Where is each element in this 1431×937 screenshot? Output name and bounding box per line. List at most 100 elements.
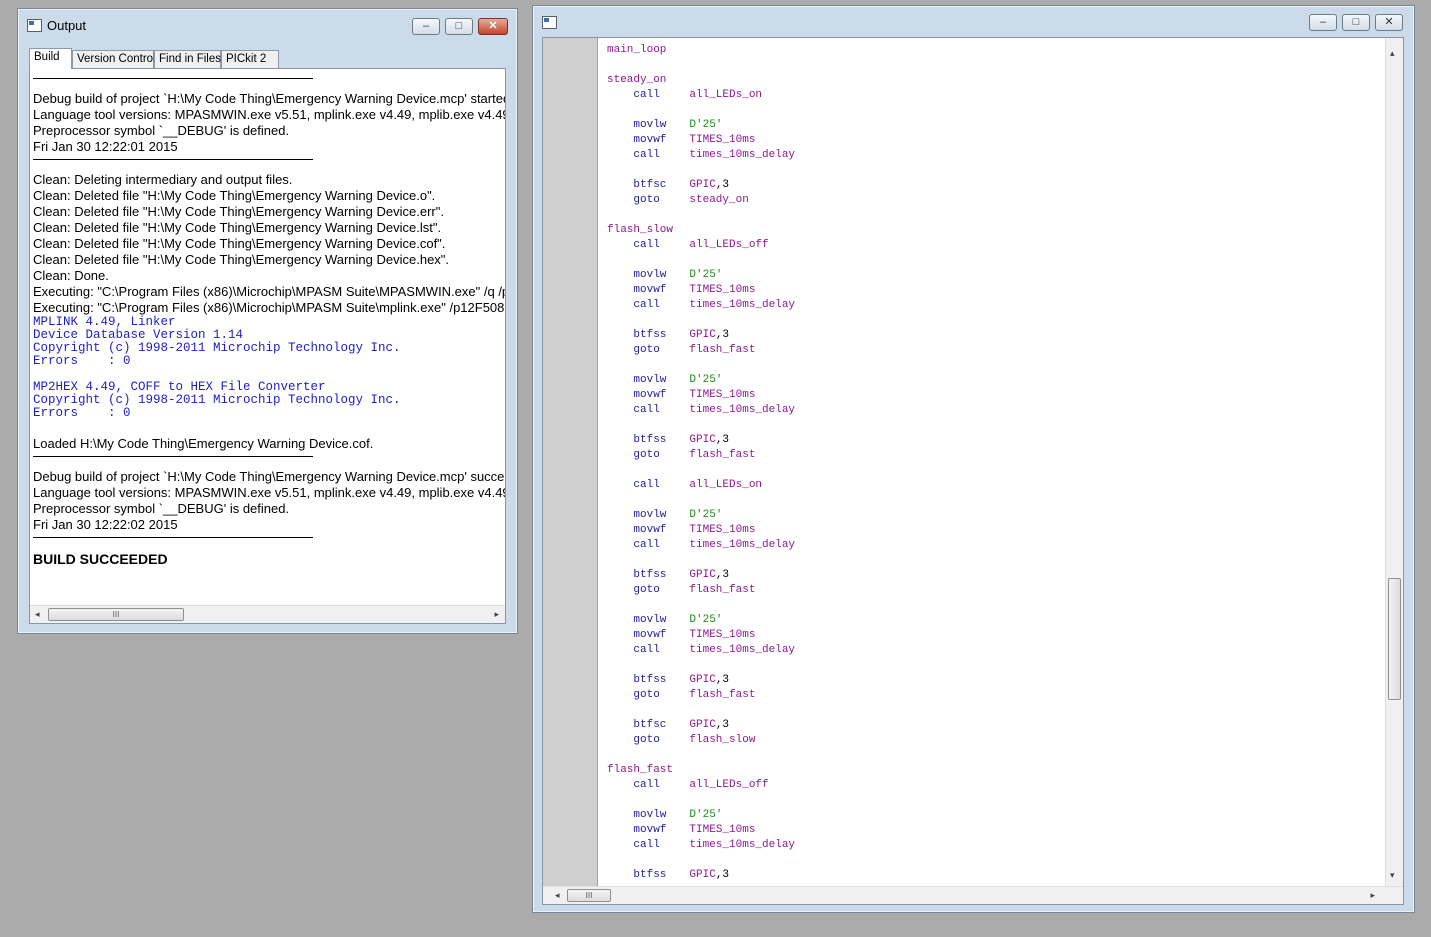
tab-find-in-files[interactable]: Find in Files xyxy=(154,50,221,68)
maximize-button[interactable]: □ xyxy=(1342,14,1370,31)
editor-titlebar[interactable]: – □ ✕ xyxy=(533,6,1414,36)
scroll-left-icon[interactable]: ◂ xyxy=(555,890,560,901)
code-instruction: call xyxy=(633,479,660,491)
minimize-button[interactable]: – xyxy=(412,18,440,35)
code-operand: times_10ms_delay xyxy=(689,539,796,551)
build-output-text[interactable]: Debug build of project `H:\My Code Thing… xyxy=(33,74,505,605)
code-line: btfsc GPIC,3 xyxy=(607,178,795,193)
close-button[interactable]: ✕ xyxy=(478,18,508,35)
code-operand: GPIC xyxy=(689,179,716,191)
tab-build[interactable]: Build xyxy=(29,48,72,69)
editor-window-icon xyxy=(542,16,557,29)
code-instruction: goto xyxy=(633,344,660,356)
code-operand: times_10ms_delay xyxy=(689,644,796,656)
code-operand: flash_fast xyxy=(689,344,756,356)
line-gutter[interactable] xyxy=(543,38,598,887)
code-instruction: goto xyxy=(633,689,660,701)
code-instruction: call xyxy=(633,299,660,311)
output-scroll-thumb[interactable]: III xyxy=(48,608,184,621)
tab-pickit2[interactable]: PICkit 2 xyxy=(221,50,279,68)
output-line: Errors : 0 xyxy=(33,406,131,420)
code-operand: all_LEDs_on xyxy=(689,479,763,491)
code-line: goto flash_fast xyxy=(607,583,795,598)
output-line: Executing: "C:\Program Files (x86)\Micro… xyxy=(33,300,505,315)
output-pane[interactable]: Debug build of project `H:\My Code Thing… xyxy=(29,68,506,624)
code-operand: D'25' xyxy=(689,614,723,626)
output-titlebar[interactable]: Output – □ ✕ xyxy=(18,9,517,39)
code-line: btfsc GPIC,3 xyxy=(607,718,795,733)
code-line: movwf TIMES_10ms xyxy=(607,133,795,148)
scroll-up-icon[interactable]: ▴ xyxy=(1390,48,1395,59)
code-operand: TIMES_10ms xyxy=(689,389,756,401)
code-line: movwf TIMES_10ms xyxy=(607,388,795,403)
output-line: Errors : 0 xyxy=(33,354,131,368)
editor-pane[interactable]: main_loop steady_on call all_LEDs_on movlw… xyxy=(542,37,1404,905)
code-line: movlw D'25' xyxy=(607,373,795,388)
code-line: call all_LEDs_off xyxy=(607,778,795,793)
code-line: movlw D'25' xyxy=(607,508,795,523)
code-label: flash_fast xyxy=(607,764,674,776)
code-instruction: movwf xyxy=(633,824,667,836)
separator-rule xyxy=(33,78,313,91)
code-operand-suffix: ,3 xyxy=(715,719,730,731)
output-horizontal-scrollbar[interactable]: ◂ III ▸ xyxy=(30,605,505,623)
code-line: goto flash_fast xyxy=(607,448,795,463)
code-operand: GPIC xyxy=(689,869,716,881)
code-instruction: movlw xyxy=(633,509,667,521)
code-operand: TIMES_10ms xyxy=(689,824,756,836)
code-instruction: goto xyxy=(633,584,660,596)
editor-vscroll-thumb[interactable] xyxy=(1388,578,1401,700)
scroll-left-icon[interactable]: ◂ xyxy=(35,609,40,620)
code-operand: GPIC xyxy=(689,569,716,581)
scroll-down-icon[interactable]: ▾ xyxy=(1390,870,1395,881)
code-operand-suffix: ,3 xyxy=(715,179,730,191)
build-status: BUILD SUCCEEDED xyxy=(33,551,168,567)
close-button[interactable]: ✕ xyxy=(1375,14,1403,31)
output-line: Executing: "C:\Program Files (x86)\Micro… xyxy=(33,284,505,299)
code-instruction: movwf xyxy=(633,524,667,536)
code-instruction: call xyxy=(633,149,660,161)
output-line: Clean: Deleted file "H:\My Code Thing\Em… xyxy=(33,252,450,267)
code-instruction: call xyxy=(633,239,660,251)
code-operand: D'25' xyxy=(689,809,723,821)
code-instruction: movlw xyxy=(633,119,667,131)
code-operand: times_10ms_delay xyxy=(689,404,796,416)
editor-scroll-thumb[interactable]: III xyxy=(567,889,611,902)
maximize-button[interactable]: □ xyxy=(445,18,473,35)
editor-horizontal-scrollbar[interactable]: ◂ III ▸ xyxy=(543,886,1403,904)
editor-vertical-scrollbar[interactable]: ▴ ▾ xyxy=(1385,38,1403,887)
code-instruction: call xyxy=(633,644,660,656)
code-line: call times_10ms_delay xyxy=(607,643,795,658)
code-operand-suffix: ,3 xyxy=(715,569,730,581)
code-line: btfss GPIC,3 xyxy=(607,868,795,883)
scroll-right-icon[interactable]: ▸ xyxy=(494,609,499,620)
source-code[interactable]: main_loop steady_on call all_LEDs_on movlw… xyxy=(607,43,795,883)
code-operand: flash_slow xyxy=(689,734,756,746)
code-operand: GPIC xyxy=(689,434,716,446)
code-instruction: movwf xyxy=(633,389,667,401)
code-instruction: movlw xyxy=(633,809,667,821)
code-operand: steady_on xyxy=(689,194,749,206)
code-label: main_loop xyxy=(607,44,667,56)
code-line: goto flash_slow xyxy=(607,733,795,748)
code-line: movlw D'25' xyxy=(607,613,795,628)
minimize-button[interactable]: – xyxy=(1309,14,1337,31)
tab-version-control[interactable]: Version Control xyxy=(72,50,156,68)
code-operand: flash_fast xyxy=(689,584,756,596)
code-operand: D'25' xyxy=(689,119,723,131)
output-line: Fri Jan 30 12:22:01 2015 xyxy=(33,139,178,154)
code-line: movlw D'25' xyxy=(607,118,795,133)
output-line: Debug build of project `H:\My Code Thing… xyxy=(33,91,505,106)
code-operand: all_LEDs_off xyxy=(689,779,769,791)
scroll-right-icon[interactable]: ▸ xyxy=(1370,890,1375,901)
code-line: call times_10ms_delay xyxy=(607,298,795,313)
code-instruction: call xyxy=(633,539,660,551)
code-line: steady_on xyxy=(607,73,795,88)
